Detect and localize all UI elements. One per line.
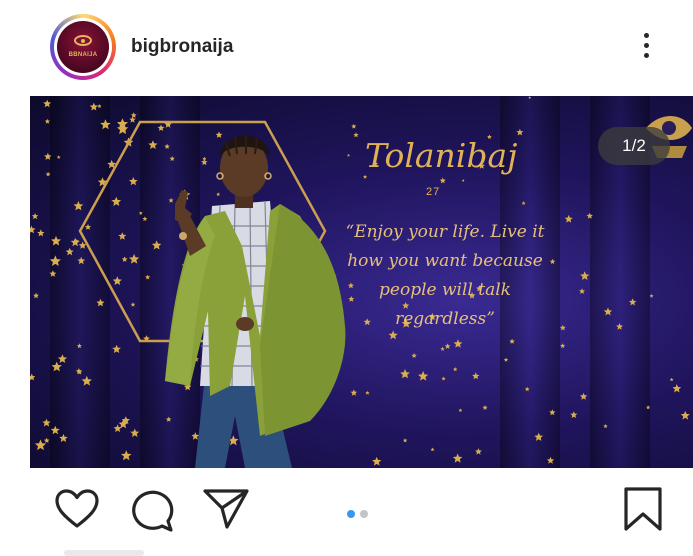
heart-icon[interactable] [54,488,100,530]
avatar-logo: BBNAIJA [57,21,109,73]
likes-line-partial [64,550,144,556]
avatar-logo-text: BBNAIJA [68,52,98,58]
bookmark-icon[interactable] [622,486,664,532]
post-image[interactable]: Tolanibaj 27 “Enjoy your life. Live it h… [30,96,693,468]
slide-counter: 1/2 [598,127,670,165]
carousel-indicator [347,505,373,523]
more-vertical-icon[interactable] [641,33,651,63]
poster-quote: “Enjoy your life. Live it how you want b… [345,222,545,329]
carousel-dot [360,510,368,518]
comment-icon[interactable] [129,489,175,533]
eye-icon [74,35,92,46]
post-header: BBNAIJA bigbronaija [0,0,693,96]
avatar[interactable]: BBNAIJA [50,14,116,80]
paper-plane-icon[interactable] [202,487,250,531]
poster-name: Tolanibaj [365,136,518,175]
carousel-dot-active [347,510,355,518]
poster-age: 27 [426,186,441,198]
username[interactable]: bigbronaija [131,36,233,58]
avatar-border: BBNAIJA [54,18,112,76]
